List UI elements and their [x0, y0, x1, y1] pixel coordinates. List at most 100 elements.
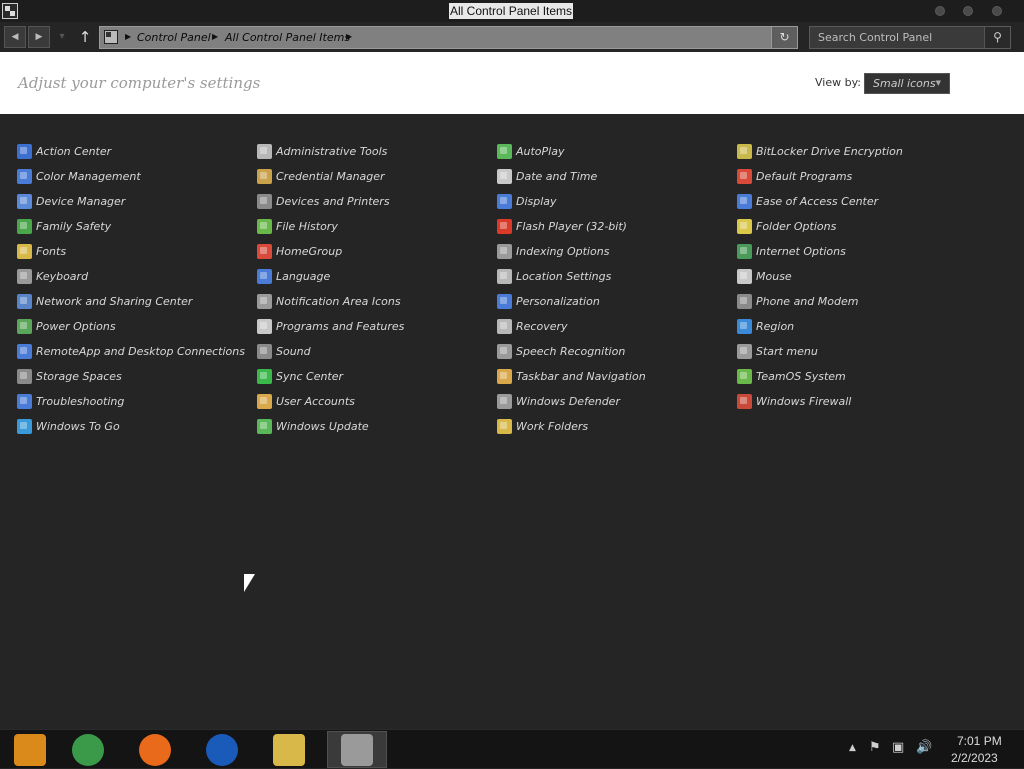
breadcrumb-control-panel[interactable]: Control Panel	[137, 30, 211, 45]
cp-item[interactable]: Mouse	[737, 266, 792, 286]
cp-item[interactable]: RemoteApp and Desktop Connections	[17, 341, 245, 361]
cp-item[interactable]: Windows Defender	[497, 391, 620, 411]
cp-item-label: Phone and Modem	[756, 294, 859, 308]
cp-item[interactable]: Ease of Access Center	[737, 191, 878, 211]
address-bar[interactable]: ▶ Control Panel ▶ All Control Panel Item…	[99, 26, 798, 49]
taskbar-button[interactable]	[0, 731, 60, 768]
cp-item[interactable]: Storage Spaces	[17, 366, 122, 386]
minimize-button[interactable]	[935, 6, 945, 16]
volume-icon[interactable]: 🔊	[916, 740, 932, 755]
cp-item[interactable]: Phone and Modem	[737, 291, 858, 311]
cp-item[interactable]: Taskbar and Navigation	[497, 366, 646, 386]
cp-item[interactable]: HomeGroup	[257, 241, 342, 261]
personalization-icon	[497, 293, 512, 309]
cp-item[interactable]: Location Settings	[497, 266, 611, 286]
default-programs-icon	[737, 168, 752, 184]
cp-item[interactable]: Sync Center	[257, 366, 343, 386]
refresh-icon[interactable]: ↻	[771, 27, 797, 48]
taskbar-button[interactable]	[125, 731, 185, 768]
taskbar-button[interactable]	[58, 731, 118, 768]
clock-time[interactable]: 7:01 PM	[957, 734, 1002, 748]
taskbar-button[interactable]	[327, 731, 387, 768]
breadcrumb-all-items[interactable]: All Control Panel Items	[225, 30, 350, 45]
taskbar-button[interactable]	[259, 731, 319, 768]
sound-icon	[257, 343, 272, 359]
cp-item[interactable]: Action Center	[17, 141, 111, 161]
cp-item[interactable]: Default Programs	[737, 166, 852, 186]
cp-item[interactable]: Flash Player (32-bit)	[497, 216, 627, 236]
cp-item[interactable]: Sound	[257, 341, 311, 361]
cp-item-label: Ease of Access Center	[756, 194, 879, 208]
clock-date[interactable]: 2/2/2023	[951, 751, 998, 765]
cp-item[interactable]: Keyboard	[17, 266, 88, 286]
network-icon[interactable]: ▣	[892, 740, 904, 755]
cp-item[interactable]: Credential Manager	[257, 166, 385, 186]
view-by-label: View by:	[815, 76, 861, 89]
cp-item[interactable]: Devices and Printers	[257, 191, 390, 211]
cp-item[interactable]: File History	[257, 216, 338, 236]
up-arrow-icon[interactable]: ↑	[76, 26, 94, 48]
cp-item[interactable]: User Accounts	[257, 391, 355, 411]
cp-item[interactable]: Internet Options	[737, 241, 846, 261]
search-icon[interactable]: ⚲	[984, 27, 1010, 48]
breadcrumb-separator-icon[interactable]: ▶	[125, 32, 131, 41]
cp-item[interactable]: Language	[257, 266, 330, 286]
taskbar: ▲ ⚑ ▣ 🔊 7:01 PM 2/2/2023	[0, 729, 1024, 768]
monitor-color-icon	[17, 168, 32, 184]
cp-item[interactable]: Work Folders	[497, 416, 588, 436]
cp-item[interactable]: BitLocker Drive Encryption	[737, 141, 903, 161]
view-by-value: Small icons	[873, 77, 936, 90]
cp-item[interactable]: Troubleshooting	[17, 391, 124, 411]
cp-item-label: Power Options	[36, 319, 116, 333]
cp-item[interactable]: Power Options	[17, 316, 116, 336]
forward-button[interactable]: ▶	[28, 26, 50, 48]
cp-item[interactable]: Device Manager	[17, 191, 125, 211]
cp-item[interactable]: TeamOS System	[737, 366, 846, 386]
cp-item[interactable]: Color Management	[17, 166, 141, 186]
cp-item[interactable]: Personalization	[497, 291, 600, 311]
cp-item-label: Troubleshooting	[36, 394, 125, 408]
cp-item-label: Display	[516, 194, 557, 208]
taskbar-button[interactable]	[192, 731, 252, 768]
navigation-bar: ◀ ▶ ▾ ↑ ▶ Control Panel ▶ All Control Pa…	[0, 22, 1024, 52]
cp-item[interactable]: Programs and Features	[257, 316, 404, 336]
cp-item[interactable]: Notification Area Icons	[257, 291, 401, 311]
cp-item-label: Location Settings	[516, 269, 612, 283]
cp-item[interactable]: Recovery	[497, 316, 568, 336]
internet-icon	[737, 243, 752, 259]
window-system-icon[interactable]	[2, 3, 18, 19]
cp-item[interactable]: Administrative Tools	[257, 141, 387, 161]
cp-item[interactable]: Windows To Go	[17, 416, 120, 436]
breadcrumb-separator-icon[interactable]: ▶	[346, 32, 352, 41]
show-hidden-icons-icon[interactable]: ▲	[849, 743, 856, 753]
cp-item-label: Region	[756, 319, 795, 333]
breadcrumb-separator-icon[interactable]: ▶	[212, 32, 218, 41]
ease-of-access-icon	[737, 193, 752, 209]
cp-item[interactable]: Indexing Options	[497, 241, 609, 261]
close-button[interactable]	[992, 6, 1002, 16]
clock-icon	[497, 168, 512, 184]
recent-locations-dropdown-icon[interactable]: ▾	[55, 27, 69, 47]
cp-item-label: Windows Defender	[516, 394, 620, 408]
folder-icon	[737, 218, 752, 234]
cp-item[interactable]: Family Safety	[17, 216, 111, 236]
maximize-button[interactable]	[963, 6, 973, 16]
cp-item[interactable]: Display	[497, 191, 557, 211]
cp-item[interactable]: Date and Time	[497, 166, 597, 186]
cp-item[interactable]: AutoPlay	[497, 141, 564, 161]
cp-item[interactable]: Windows Update	[257, 416, 369, 436]
family-safety-icon	[17, 218, 32, 234]
network-icon	[17, 293, 32, 309]
control-panel-items: Action Center Color Management Device Mana…	[0, 114, 1024, 729]
cp-item[interactable]: Fonts	[17, 241, 66, 261]
view-by-dropdown[interactable]: Small icons ▼	[864, 73, 950, 94]
cp-item[interactable]: Speech Recognition	[497, 341, 625, 361]
cp-item[interactable]: Network and Sharing Center	[17, 291, 192, 311]
search-input[interactable]	[810, 27, 984, 48]
cp-item[interactable]: Start menu	[737, 341, 818, 361]
back-button[interactable]: ◀	[4, 26, 26, 48]
cp-item[interactable]: Windows Firewall	[737, 391, 851, 411]
action-center-flag-icon[interactable]: ⚑	[869, 740, 881, 755]
cp-item[interactable]: Region	[737, 316, 794, 336]
cp-item[interactable]: Folder Options	[737, 216, 836, 236]
